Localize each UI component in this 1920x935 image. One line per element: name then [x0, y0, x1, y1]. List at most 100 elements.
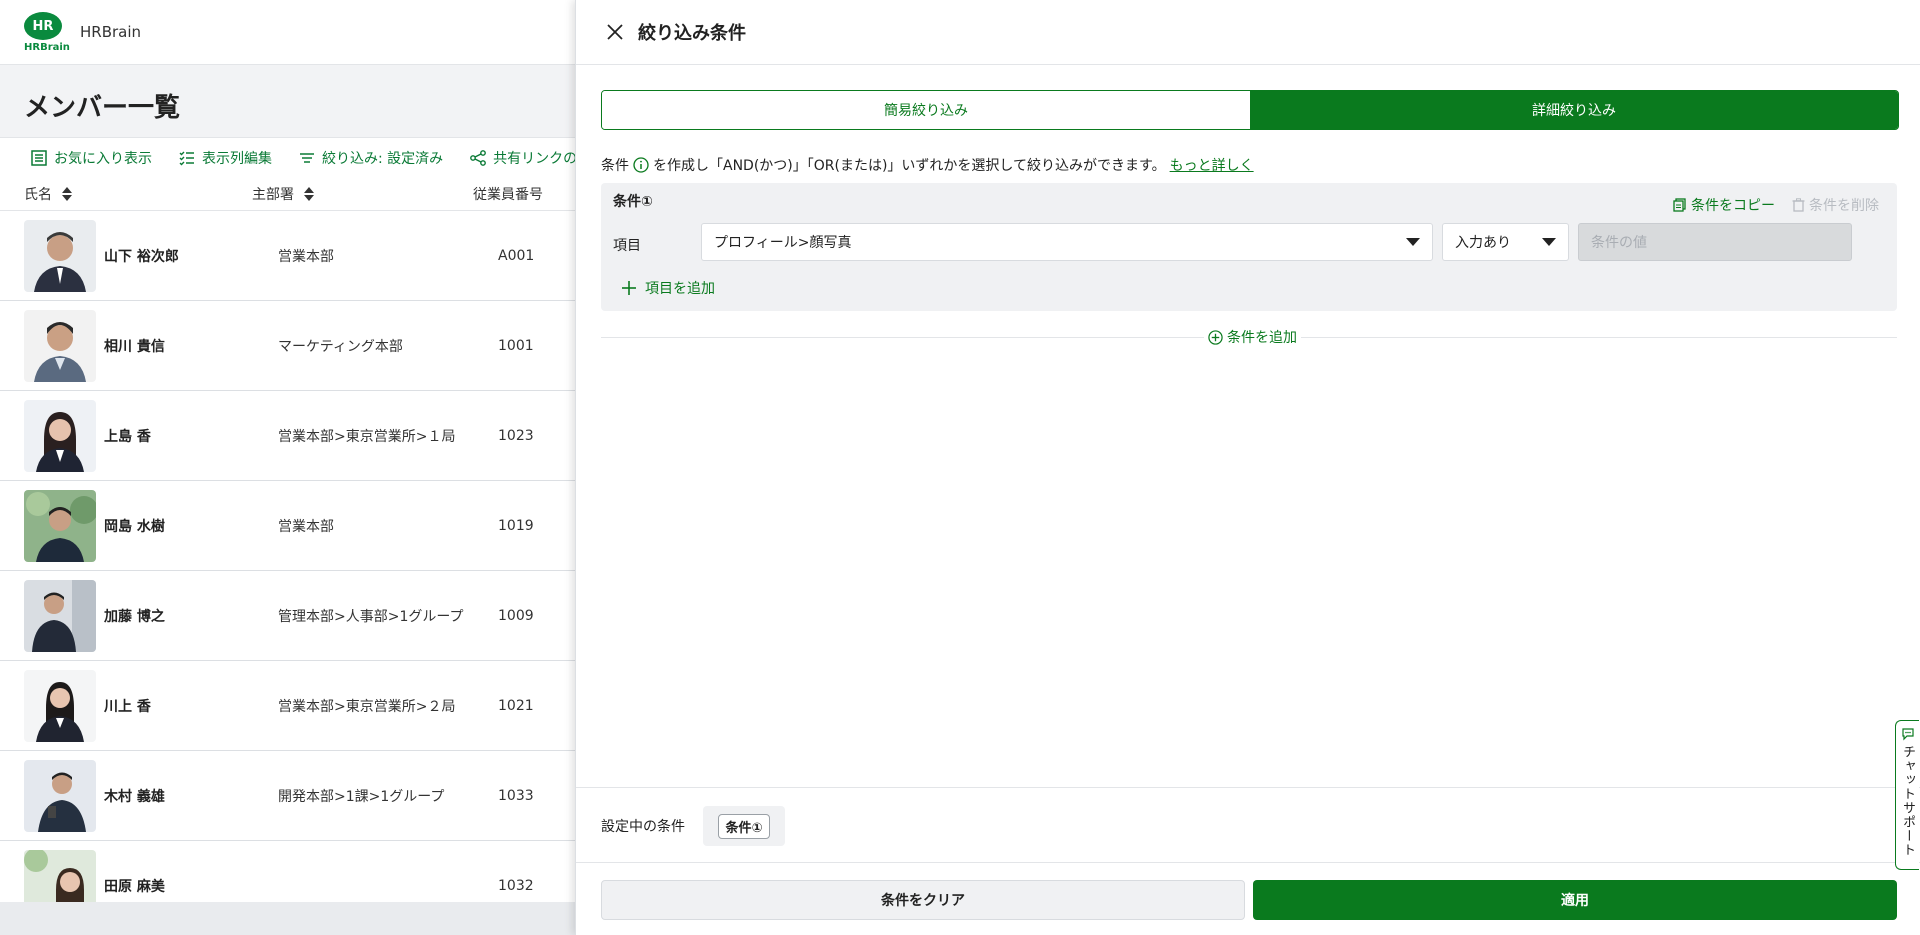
member-dept: 営業本部	[278, 518, 334, 535]
table-row[interactable]: 山下 裕次郎 営業本部 A001	[0, 211, 580, 301]
member-name: 岡島 水樹	[104, 518, 165, 535]
column-name-label: 氏名	[24, 187, 52, 203]
avatar	[24, 219, 96, 292]
column-dept-header[interactable]: 主部署	[252, 184, 473, 204]
chevron-down-icon	[1542, 238, 1556, 246]
member-id: A001	[498, 247, 535, 264]
condition-label: 条件①	[613, 194, 653, 210]
list-toolbar: お気に入り表示 表示列編集 絞り込み: 設定済み 共有リンクの発行	[0, 137, 580, 178]
copy-condition-button[interactable]: 条件をコピー	[1673, 195, 1775, 215]
member-name: 加藤 博之	[104, 608, 165, 625]
member-dept: 営業本部>東京営業所>１局	[278, 428, 456, 445]
close-button[interactable]	[604, 21, 626, 43]
column-edit-label: 表示列編集	[202, 151, 272, 167]
plus-circle-icon	[1208, 329, 1223, 345]
member-list-app: HR HRBrain HRBrain メンバー一覧 お気に入り表示 表示列編集 …	[0, 0, 580, 935]
page-title: メンバー一覧	[24, 93, 181, 123]
add-condition-label: 条件を追加	[1227, 330, 1297, 346]
sort-icon	[62, 187, 72, 201]
copy-icon	[1673, 198, 1686, 212]
table-row[interactable]: 相川 貴信 マーケティング本部 1001	[0, 301, 580, 391]
desc-body: を作成し「AND(かつ)」「OR(または)」いずれかを選択して絞り込みができます…	[653, 158, 1166, 174]
table-row[interactable]: 加藤 博之 管理本部>人事部>1グループ 1009	[0, 571, 580, 661]
column-name-header[interactable]: 氏名	[0, 184, 252, 204]
favorites-button[interactable]: お気に入り表示	[30, 148, 152, 168]
drawer-title: 絞り込み条件	[638, 23, 746, 44]
chat-support-label: チャットサポート	[1900, 745, 1915, 857]
drawer-header: 絞り込み条件	[576, 0, 1920, 65]
condition-value-input[interactable]: 条件の値	[1578, 223, 1852, 261]
filter-mode-tabs: 簡易絞り込み 詳細絞り込み	[601, 90, 1899, 130]
member-id: 1009	[498, 607, 534, 624]
avatar	[24, 669, 96, 742]
filter-lines-icon	[300, 153, 314, 163]
filter-drawer: 絞り込み条件 簡易絞り込み 詳細絞り込み 条件 を作成し「AND(かつ)」「OR…	[575, 0, 1920, 935]
member-name: 木村 義雄	[104, 788, 165, 805]
share-icon	[470, 150, 487, 166]
filter-description: 条件 を作成し「AND(かつ)」「OR(または)」いずれかを選択して絞り込みがで…	[601, 155, 1254, 175]
member-id: 1001	[498, 337, 534, 354]
hrbrain-logo[interactable]: HR HRBrain	[24, 12, 70, 53]
add-item-button[interactable]: 項目を追加	[621, 278, 715, 298]
condition-chip[interactable]: 条件①	[718, 813, 770, 839]
delete-condition-label: 条件を削除	[1809, 198, 1879, 214]
filter-label: 絞り込み: 設定済み	[322, 151, 444, 167]
member-table-body: 山下 裕次郎 営業本部 A001 相川 貴信 マーケティング本部 1001 上島…	[0, 211, 580, 931]
table-row[interactable]: 木村 義雄 開発本部>1課>1グループ 1033	[0, 751, 580, 841]
divider	[576, 787, 1920, 788]
learn-more-link[interactable]: もっと詳しく	[1170, 155, 1254, 175]
tab-simple-filter[interactable]: 簡易絞り込み	[602, 91, 1250, 129]
avatar	[24, 759, 96, 832]
member-dept: マーケティング本部	[278, 338, 403, 355]
member-dept: 営業本部	[278, 248, 334, 265]
logo-text: HRBrain	[24, 42, 70, 53]
member-name: 上島 香	[104, 428, 151, 445]
column-id-header[interactable]: 従業員番号	[473, 184, 543, 204]
operator-select-value: 入力あり	[1455, 235, 1511, 251]
filter-button[interactable]: 絞り込み: 設定済み	[298, 148, 443, 168]
add-item-label: 項目を追加	[645, 281, 715, 297]
delete-condition-button[interactable]: 条件を削除	[1792, 195, 1879, 215]
plus-icon	[622, 281, 636, 295]
item-label: 項目	[613, 238, 641, 254]
field-select[interactable]: プロフィール>顔写真	[701, 223, 1433, 261]
column-id-label: 従業員番号	[473, 187, 543, 203]
member-name: 相川 貴信	[104, 338, 165, 355]
share-link-label: 共有リンクの発行	[493, 151, 580, 167]
share-link-button[interactable]: 共有リンクの発行	[469, 148, 580, 168]
member-dept: 管理本部>人事部>1グループ	[278, 608, 464, 625]
table-row[interactable]: 川上 香 営業本部>東京営業所>２局 1021	[0, 661, 580, 751]
member-name: 田原 麻美	[104, 878, 165, 895]
desc-prefix: 条件	[601, 158, 629, 174]
member-id: 1019	[498, 517, 534, 534]
member-id: 1033	[498, 787, 534, 804]
favorites-label: お気に入り表示	[54, 151, 152, 167]
member-dept: 営業本部>東京営業所>２局	[278, 698, 456, 715]
member-id: 1023	[498, 427, 534, 444]
add-condition-button[interactable]: 条件を追加	[1204, 327, 1301, 347]
apply-button[interactable]: 適用	[1253, 880, 1897, 920]
list-icon	[31, 150, 47, 166]
sort-icon	[304, 187, 314, 201]
chat-icon	[1901, 728, 1914, 741]
chat-support-tab[interactable]: チャットサポート	[1895, 720, 1919, 870]
current-conditions-label: 設定中の条件	[601, 819, 685, 835]
table-row[interactable]: 上島 香 営業本部>東京営業所>１局 1023	[0, 391, 580, 481]
member-dept: 開発本部>1課>1グループ	[278, 788, 445, 805]
info-icon[interactable]	[633, 157, 649, 173]
column-edit-button[interactable]: 表示列編集	[178, 148, 272, 168]
avatar	[24, 489, 96, 562]
operator-select[interactable]: 入力あり	[1442, 223, 1569, 261]
logo-mark: HR	[24, 12, 62, 40]
copy-condition-label: 条件をコピー	[1691, 198, 1775, 214]
member-name: 山下 裕次郎	[104, 248, 179, 265]
tab-advanced-filter[interactable]: 詳細絞り込み	[1250, 91, 1898, 129]
close-icon	[607, 24, 623, 40]
avatar	[24, 309, 96, 382]
table-row[interactable]: 岡島 水樹 営業本部 1019	[0, 481, 580, 571]
member-id: 1032	[498, 877, 534, 894]
brand-name: HRBrain	[80, 23, 142, 41]
clear-conditions-button[interactable]: 条件をクリア	[601, 880, 1245, 920]
member-name: 川上 香	[104, 698, 151, 715]
list-footer	[0, 902, 580, 935]
